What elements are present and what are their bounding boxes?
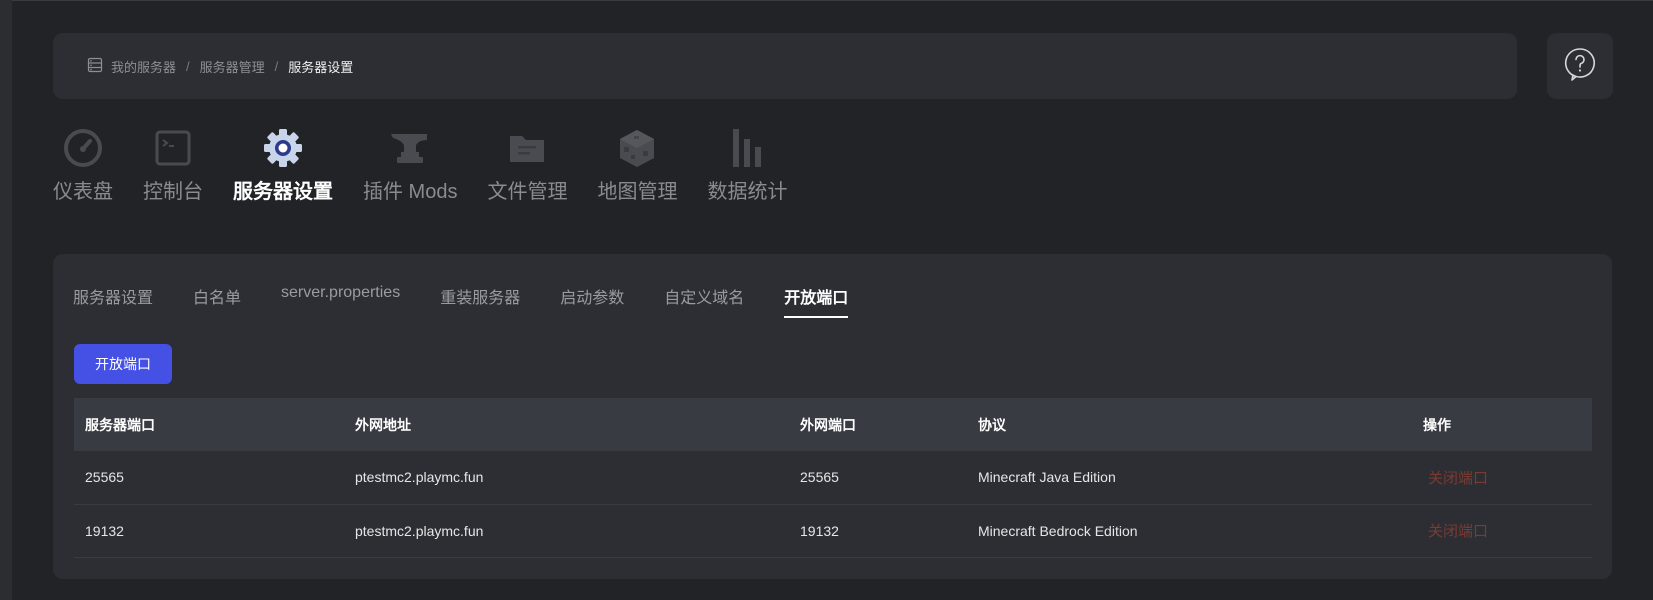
cell-protocol: Minecraft Java Edition	[978, 469, 1116, 486]
top-divider	[0, 0, 1653, 1]
nav-map-management-label: 地图管理	[597, 181, 678, 203]
column-header-protocol: 协议	[978, 416, 1006, 433]
settings-tabs: 服务器设置 白名单 server.properties 重装服务器 启动参数 自…	[73, 284, 888, 318]
tab-custom-domain[interactable]: 自定义域名	[664, 284, 744, 318]
table-row: 25565 ptestmc2.playmc.fun 25565 Minecraf…	[74, 451, 1592, 504]
ports-table: 服务器端口 外网地址 外网端口 协议 操作 25565 ptestmc2.pla…	[74, 398, 1592, 558]
main-nav: 仪表盘 控制台 服务器设置 插件 Mods 文件管理 地图管理 数据统计	[53, 126, 817, 206]
open-port-button[interactable]: 开放端口	[74, 344, 172, 384]
column-header-public-port: 外网端口	[800, 416, 856, 433]
close-port-link[interactable]: 关闭端口	[1423, 523, 1488, 540]
column-header-address: 外网地址	[355, 416, 411, 433]
breadcrumb-separator: /	[186, 58, 190, 74]
tab-whitelist[interactable]: 白名单	[193, 284, 241, 318]
cell-address: ptestmc2.playmc.fun	[355, 522, 484, 539]
nav-console[interactable]: 控制台	[143, 126, 203, 204]
nav-file-management[interactable]: 文件管理	[487, 126, 567, 204]
content-panel: 服务器设置 白名单 server.properties 重装服务器 启动参数 自…	[53, 254, 1612, 579]
terminal-icon	[151, 126, 195, 170]
cell-action: 关闭端口	[1412, 504, 1592, 557]
column-header-server-port: 服务器端口	[85, 416, 155, 433]
breadcrumb-server-settings: 服务器设置	[288, 59, 354, 75]
tab-server-properties[interactable]: server.properties	[281, 284, 400, 318]
breadcrumb: 我的服务器 / 服务器管理 / 服务器设置	[53, 33, 1517, 99]
breadcrumb-server-management[interactable]: 服务器管理	[200, 57, 265, 76]
nav-dashboard[interactable]: 仪表盘	[53, 126, 113, 204]
cell-public-port: 19132	[800, 522, 839, 539]
left-sidebar-strip	[0, 0, 12, 600]
cell-server-port: 19132	[85, 522, 124, 539]
table-header-row: 服务器端口 外网地址 外网端口 协议 操作	[74, 398, 1592, 451]
nav-plugins-mods-label: 插件 Mods	[363, 181, 458, 203]
dashboard-gauge-icon	[61, 126, 105, 170]
nav-server-settings[interactable]: 服务器设置	[233, 126, 333, 204]
bar-chart-icon	[725, 126, 769, 170]
nav-statistics[interactable]: 数据统计	[707, 126, 787, 204]
column-header-actions: 操作	[1423, 416, 1451, 433]
tab-open-ports[interactable]: 开放端口	[784, 284, 849, 318]
help-button[interactable]	[1547, 33, 1613, 99]
tab-server-settings[interactable]: 服务器设置	[73, 284, 153, 318]
breadcrumb-separator: /	[274, 58, 279, 74]
breadcrumb-my-servers[interactable]: 我的服务器	[111, 57, 176, 76]
nav-server-settings-label: 服务器设置	[233, 181, 333, 203]
close-port-link[interactable]: 关闭端口	[1423, 470, 1488, 487]
cell-address: ptestmc2.playmc.fun	[355, 469, 484, 486]
nav-dashboard-label: 仪表盘	[53, 181, 113, 203]
nav-map-management[interactable]: 地图管理	[597, 126, 677, 204]
tab-reinstall-server[interactable]: 重装服务器	[440, 284, 520, 318]
server-icon	[87, 57, 105, 75]
cell-public-port: 25565	[800, 469, 839, 486]
nav-file-management-label: 文件管理	[487, 181, 568, 203]
gear-icon	[261, 126, 305, 170]
cell-action: 关闭端口	[1412, 451, 1592, 504]
folder-icon	[505, 126, 549, 170]
block-icon	[615, 126, 659, 170]
anvil-icon	[388, 126, 432, 170]
cell-server-port: 25565	[85, 469, 124, 486]
help-question-icon	[1564, 47, 1596, 86]
nav-plugins-mods[interactable]: 插件 Mods	[363, 126, 457, 204]
nav-console-label: 控制台	[143, 181, 203, 203]
nav-statistics-label: 数据统计	[707, 181, 788, 203]
table-row: 19132 ptestmc2.playmc.fun 19132 Minecraf…	[74, 504, 1592, 557]
tab-startup-parameters[interactable]: 启动参数	[560, 284, 624, 318]
cell-protocol: Minecraft Bedrock Edition	[978, 522, 1138, 539]
